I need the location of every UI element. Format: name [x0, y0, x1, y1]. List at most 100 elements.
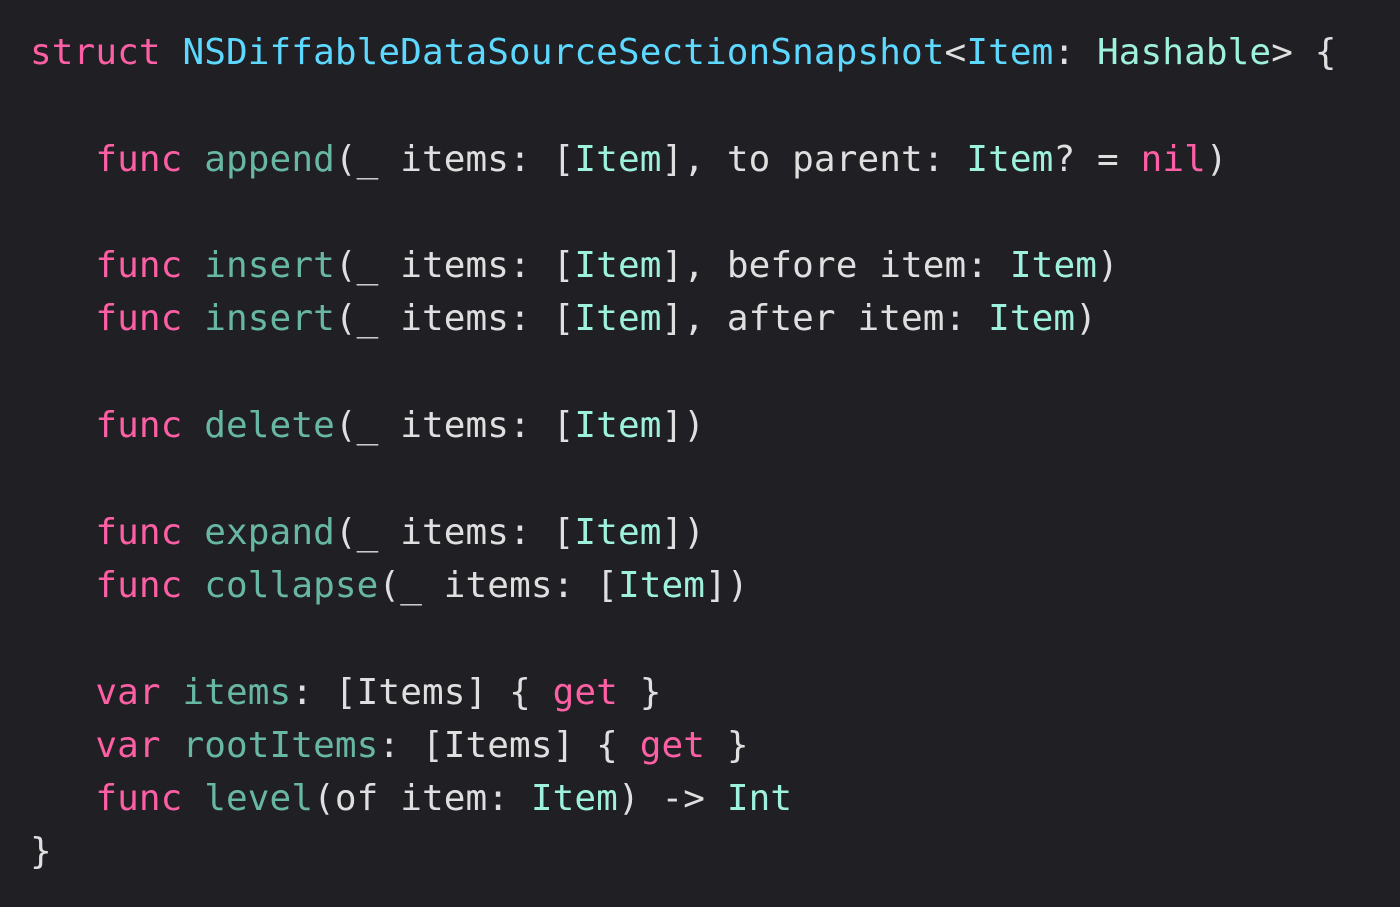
code-line: func insert(_ items: [Item], after item:…: [30, 292, 1400, 345]
code-line: ​: [30, 346, 1400, 399]
code-token: (_ items: [: [334, 245, 575, 287]
code-editor: struct NSDiffableDataSourceSectionSnapsh…: [0, 0, 1400, 907]
code-token: ): [1205, 138, 1228, 180]
code-token: ], after item:: [661, 298, 989, 340]
code-token: insert: [204, 245, 335, 287]
code-token: func: [95, 511, 183, 553]
code-token: ] {: [552, 724, 640, 766]
code-token: struct: [30, 32, 161, 73]
code-token: (_ items: [: [378, 564, 618, 606]
code-token: ] {: [465, 671, 553, 713]
code-token: <: [944, 32, 967, 73]
code-token: Item: [988, 298, 1076, 340]
code-token: ) ->: [617, 778, 727, 820]
code-token: :: [1053, 32, 1097, 73]
code-token: Item: [530, 778, 618, 820]
code-token: ): [1075, 298, 1097, 340]
code-line: var items: [Items] { get }: [30, 666, 1400, 719]
code-token: Item: [574, 298, 662, 340]
code-line: func insert(_ items: [Item], before item…: [30, 239, 1400, 292]
code-token: expand: [204, 511, 335, 553]
code-token: insert: [204, 298, 335, 340]
code-token: Item: [574, 405, 662, 447]
code-token: get: [639, 724, 706, 766]
code-token: (_ items: [: [334, 511, 575, 553]
code-token: ]): [661, 511, 706, 553]
code-line: ​: [30, 79, 1400, 132]
code-token: Item: [617, 564, 706, 606]
code-token: (_ items: [: [334, 138, 575, 180]
code-line: func collapse(_ items: [Item]): [30, 559, 1400, 612]
code-token: ): [1097, 245, 1119, 287]
code-token: NSDiffableDataSourceSectionSnapshot: [182, 32, 945, 73]
code-line: }: [30, 825, 1400, 878]
code-token: delete: [204, 405, 335, 447]
code-line: func expand(_ items: [Item]): [30, 506, 1400, 559]
code-token: Hashable: [1096, 32, 1272, 73]
code-token: func: [95, 778, 183, 820]
code-token: items: [182, 671, 292, 713]
code-token: }: [617, 671, 662, 713]
code-token: append: [204, 138, 335, 180]
code-token: (of item:: [313, 778, 531, 820]
code-line: ​: [30, 186, 1400, 239]
code-token: }: [705, 724, 749, 766]
code-token: func: [95, 564, 183, 606]
code-token: (_ items: [: [334, 298, 575, 340]
code-token: func: [95, 405, 183, 447]
code-token: ]): [661, 405, 706, 447]
code-token: }: [30, 831, 52, 873]
code-token: Item: [574, 511, 662, 553]
code-line: func delete(_ items: [Item]): [30, 399, 1400, 452]
code-token: : [: [291, 671, 357, 713]
code-line: var rootItems: [Items] { get }: [30, 719, 1400, 772]
code-token: var: [95, 671, 161, 713]
code-token: var: [95, 724, 161, 766]
code-token: Item: [1009, 245, 1097, 287]
code-token: > {: [1271, 32, 1337, 73]
code-token: get: [552, 671, 618, 713]
code-token: func: [95, 245, 183, 287]
code-token: Int: [726, 778, 793, 820]
code-token: Items: [443, 724, 553, 766]
code-token: nil: [1140, 138, 1206, 180]
code-token: func: [95, 138, 183, 180]
code-token: (_ items: [: [334, 405, 575, 447]
code-line: ​: [30, 612, 1400, 665]
code-token: Item: [574, 245, 662, 287]
code-token: rootItems: [182, 724, 379, 766]
code-token: collapse: [204, 564, 379, 606]
code-line: func append(_ items: [Item], to parent: …: [30, 133, 1400, 186]
code-token: Item: [966, 32, 1054, 73]
code-token: ? =: [1053, 138, 1141, 180]
code-token: ], to parent:: [661, 138, 967, 180]
code-token: ]): [705, 564, 749, 606]
code-token: Item: [966, 138, 1054, 180]
code-token: level: [204, 778, 314, 820]
code-block[interactable]: struct NSDiffableDataSourceSectionSnapsh…: [30, 26, 1400, 879]
code-line: func level(of item: Item) -> Int: [30, 772, 1400, 825]
code-line: struct NSDiffableDataSourceSectionSnapsh…: [30, 26, 1400, 79]
code-token: ], before item:: [661, 245, 1010, 287]
code-token: Items: [356, 671, 466, 713]
code-token: : [: [378, 724, 444, 766]
code-token: func: [95, 298, 183, 340]
